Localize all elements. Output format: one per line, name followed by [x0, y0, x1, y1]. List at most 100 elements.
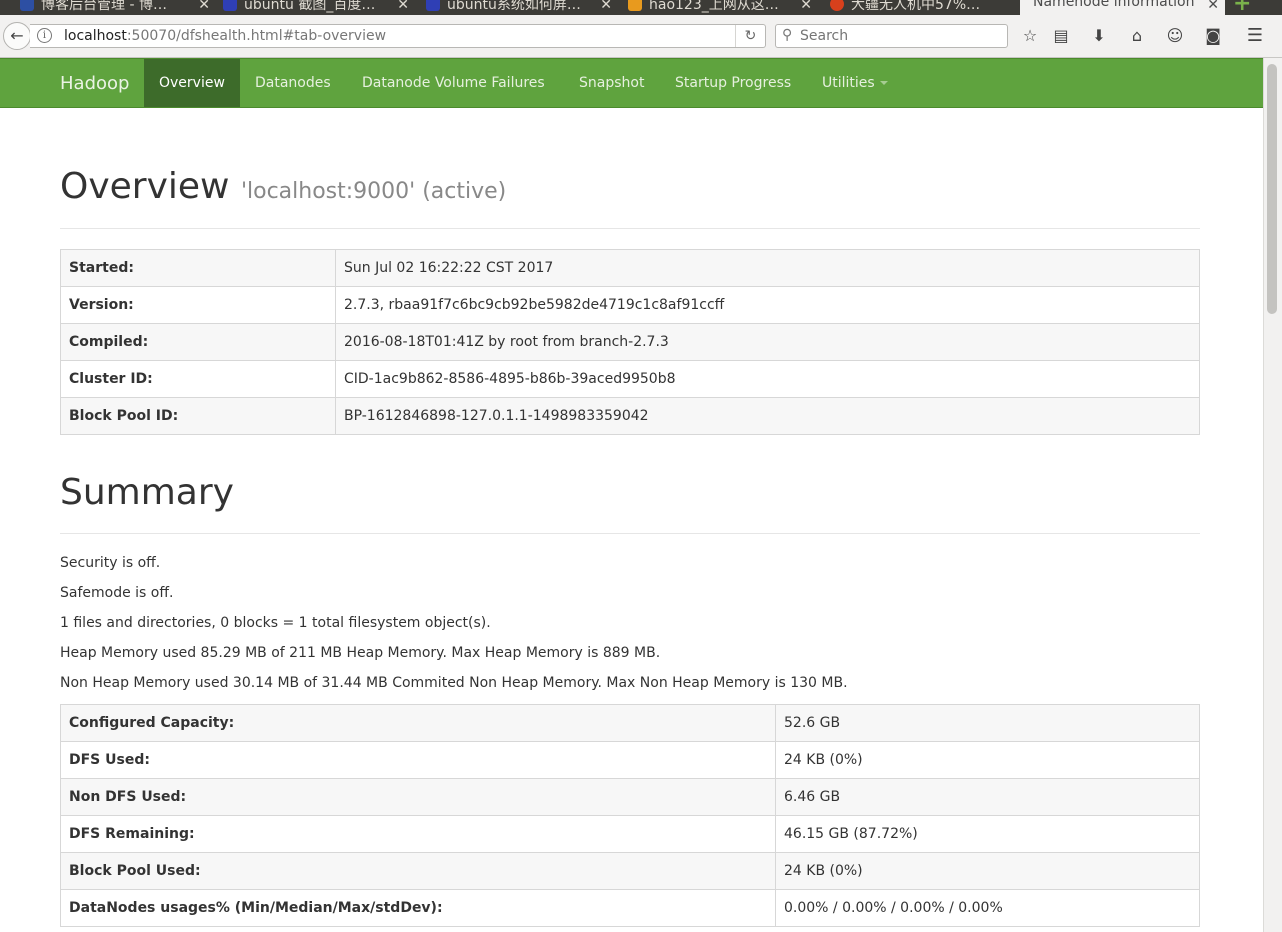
row-key: DFS Used: — [60, 741, 776, 779]
table-row: Block Pool ID: BP-1612846898-127.0.1.1-14… — [60, 397, 1200, 435]
row-key: DFS Remaining: — [60, 815, 776, 853]
tab-favicon-icon — [830, 0, 844, 11]
reading-list-icon[interactable]: ▤ — [1050, 26, 1072, 48]
close-tab-icon[interactable]: ✕ — [397, 0, 409, 13]
tab-label: Namenode information — [1033, 0, 1195, 10]
tab-label: 博客后台管理 - 博… — [41, 0, 167, 13]
table-row: Cluster ID: CID-1ac9b862-8586-4895-b86b-3… — [60, 360, 1200, 398]
row-key: Block Pool Used: — [60, 852, 776, 890]
url-text[interactable]: localhost:50070/dfshealth.html#tab-overv… — [64, 28, 386, 44]
pocket-icon[interactable]: ◙ — [1202, 26, 1224, 48]
table-row: Block Pool Used: 24 KB (0%) — [60, 852, 1200, 890]
url-bar[interactable]: i localhost:50070/dfshealth.html#tab-ove… — [30, 24, 766, 48]
row-key: Block Pool ID: — [60, 397, 336, 435]
divider — [60, 533, 1200, 534]
close-tab-icon[interactable]: ✕ — [198, 0, 210, 13]
scrollbar-thumb[interactable] — [1267, 64, 1277, 314]
browser-tab[interactable]: 博客后台管理 - 博… ✕ — [20, 0, 210, 15]
table-row: DFS Used: 24 KB (0%) — [60, 741, 1200, 779]
site-info-icon[interactable]: i — [37, 28, 52, 43]
tab-label: hao123_上网从这… — [649, 0, 779, 13]
row-key: Version: — [60, 286, 336, 324]
row-value: BP-1612846898-127.0.1.1-1498983359042 — [335, 397, 1200, 435]
browser-tab-strip: 博客后台管理 - 博… ✕ ubuntu 截图_百度… ✕ ubuntu系统如何… — [0, 0, 1282, 15]
tab-favicon-icon — [223, 0, 237, 11]
nav-utilities-label: Utilities — [822, 75, 875, 91]
tab-favicon-icon — [20, 0, 34, 11]
overview-subtitle: 'localhost:9000' (active) — [240, 179, 507, 204]
row-key: Non DFS Used: — [60, 778, 776, 816]
row-value: 0.00% / 0.00% / 0.00% / 0.00% — [775, 889, 1200, 927]
page-title: Overview 'localhost:9000' (active) — [60, 166, 506, 207]
row-key: Compiled: — [60, 323, 336, 361]
nav-datanodes[interactable]: Datanodes — [240, 59, 346, 107]
close-tab-icon[interactable]: ✕ — [800, 0, 812, 13]
browser-tab[interactable]: 大疆无人机中57%… — [830, 0, 1014, 15]
row-value: CID-1ac9b862-8586-4895-b86b-39aced9950b8 — [335, 360, 1200, 398]
row-value: 24 KB (0%) — [775, 741, 1200, 779]
table-row: Version: 2.7.3, rbaa91f7c6bc9cb92be5982de… — [60, 286, 1200, 324]
table-row: Compiled: 2016-08-18T01:41Z by root from … — [60, 323, 1200, 361]
summary-line: Non Heap Memory used 30.14 MB of 31.44 M… — [60, 675, 848, 691]
browser-tab[interactable]: ubuntu系统如何屏… ✕ — [426, 0, 612, 15]
nav-snapshot[interactable]: Snapshot — [564, 59, 659, 107]
summary-line: Security is off. — [60, 555, 161, 571]
row-value: 6.46 GB — [775, 778, 1200, 816]
row-value: 52.6 GB — [775, 704, 1200, 742]
row-value: 46.15 GB (87.72%) — [775, 815, 1200, 853]
page-content: Hadoop Overview Datanodes Datanode Volum… — [0, 58, 1263, 932]
downloads-icon[interactable]: ⬇ — [1088, 26, 1110, 48]
nav-overview[interactable]: Overview — [144, 59, 240, 107]
row-value: 2.7.3, rbaa91f7c6bc9cb92be5982de4719c1c8… — [335, 286, 1200, 324]
menu-icon[interactable]: ☰ — [1244, 26, 1266, 48]
summary-line: 1 files and directories, 0 blocks = 1 to… — [60, 615, 491, 631]
row-key: Cluster ID: — [60, 360, 336, 398]
row-value: Sun Jul 02 16:22:22 CST 2017 — [335, 249, 1200, 287]
reload-icon[interactable]: ↻ — [735, 25, 765, 47]
close-tab-icon[interactable]: ✕ — [600, 0, 612, 13]
new-tab-icon[interactable]: + — [1233, 0, 1255, 15]
row-key: Started: — [60, 249, 336, 287]
home-icon[interactable]: ⌂ — [1126, 26, 1148, 48]
search-icon: ⚲ — [782, 27, 793, 43]
table-row: DataNodes usages% (Min/Median/Max/stdDev… — [60, 889, 1200, 927]
row-key: DataNodes usages% (Min/Median/Max/stdDev… — [60, 889, 776, 927]
chevron-down-icon — [879, 81, 888, 85]
tab-label: ubuntu 截图_百度… — [244, 0, 376, 13]
table-row: DFS Remaining: 46.15 GB (87.72%) — [60, 815, 1200, 853]
row-value: 24 KB (0%) — [775, 852, 1200, 890]
tab-favicon-icon — [426, 0, 440, 11]
divider — [60, 228, 1200, 229]
summary-table: Configured Capacity: 52.6 GB DFS Used: 24 … — [60, 704, 1200, 927]
table-row: Non DFS Used: 6.46 GB — [60, 778, 1200, 816]
back-arrow-icon[interactable]: ← — [3, 22, 31, 50]
tab-label: 大疆无人机中57%… — [851, 0, 981, 13]
url-host: localhost — [64, 28, 127, 44]
summary-line: Heap Memory used 85.29 MB of 211 MB Heap… — [60, 645, 661, 661]
row-value: 2016-08-18T01:41Z by root from branch-2.… — [335, 323, 1200, 361]
browser-tab[interactable]: ubuntu 截图_百度… ✕ — [223, 0, 409, 15]
url-path: :50070/dfshealth.html#tab-overview — [126, 28, 387, 44]
search-input[interactable] — [800, 27, 1000, 45]
nav-datanode-volume-failures[interactable]: Datanode Volume Failures — [347, 59, 560, 107]
search-box[interactable]: ⚲ — [775, 24, 1008, 48]
brand-logo[interactable]: Hadoop — [60, 73, 129, 94]
browser-toolbar: ← i localhost:50070/dfshealth.html#tab-o… — [0, 15, 1282, 58]
browser-tab[interactable]: hao123_上网从这… ✕ — [628, 0, 812, 15]
nav-startup-progress[interactable]: Startup Progress — [660, 59, 806, 107]
summary-title: Summary — [60, 472, 234, 513]
table-row: Configured Capacity: 52.6 GB — [60, 704, 1200, 742]
chat-icon[interactable]: ☺ — [1164, 26, 1186, 48]
overview-title: Overview — [60, 166, 230, 207]
nav-utilities[interactable]: Utilities — [807, 59, 903, 107]
summary-line: Safemode is off. — [60, 585, 174, 601]
overview-table: Started: Sun Jul 02 16:22:22 CST 2017 Ver… — [60, 249, 1200, 435]
vertical-scrollbar[interactable] — [1263, 58, 1282, 932]
hadoop-navbar: Hadoop Overview Datanodes Datanode Volum… — [0, 58, 1263, 108]
close-tab-icon[interactable]: ✕ — [1207, 0, 1219, 13]
tab-label: ubuntu系统如何屏… — [447, 0, 581, 13]
browser-tab-active[interactable]: Namenode information ✕ — [1020, 0, 1225, 15]
bookmark-star-icon[interactable]: ☆ — [1019, 26, 1041, 48]
table-row: Started: Sun Jul 02 16:22:22 CST 2017 — [60, 249, 1200, 287]
row-key: Configured Capacity: — [60, 704, 776, 742]
